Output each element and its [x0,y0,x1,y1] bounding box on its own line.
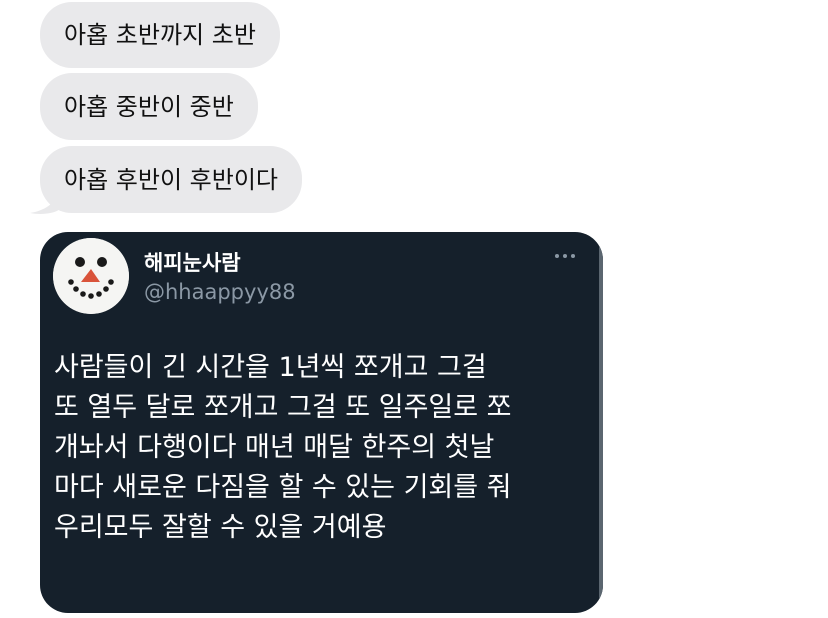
message-bubble[interactable]: 아홉 후반이 후반이다 [40,146,302,213]
tweet-card[interactable]: 해피눈사람 @hhaappyy88 사람들이 긴 시간을 1년씩 쪼개고 그걸 … [40,232,603,613]
more-horizontal-icon[interactable] [555,254,575,258]
tweet-line: 개놔서 다행이다 매년 매달 한주의 첫날 [54,432,495,463]
message-text: 아홉 중반이 중반 [64,92,234,121]
bubble-tail [30,191,60,214]
user-handle[interactable]: @hhaappyy88 [144,279,296,305]
message-text: 아홉 후반이 후반이다 [64,165,278,194]
tweet-body: 사람들이 긴 시간을 1년씩 쪼개고 그걸 또 열두 달로 쪼개고 그걸 또 일… [54,348,594,548]
snowman-face-icon[interactable] [53,238,129,314]
tweet-line: 마다 새로운 다짐을 할 수 있는 기회를 줘 [54,472,512,503]
scroll-edge [599,246,603,599]
tweet-line: 사람들이 긴 시간을 1년씩 쪼개고 그걸 [54,352,487,383]
message-text: 아홉 초반까지 초반 [64,21,256,49]
tweet-line: 또 열두 달로 쪼개고 그걸 또 일주일로 쪼 [54,392,512,423]
message-bubble[interactable]: 아홉 중반이 중반 [40,73,258,140]
display-name[interactable]: 해피눈사람 [144,250,241,276]
message-bubble[interactable]: 아홉 초반까지 초반 [40,2,280,68]
tweet-line: 우리모두 잘할 수 있을 거예용 [54,512,387,543]
